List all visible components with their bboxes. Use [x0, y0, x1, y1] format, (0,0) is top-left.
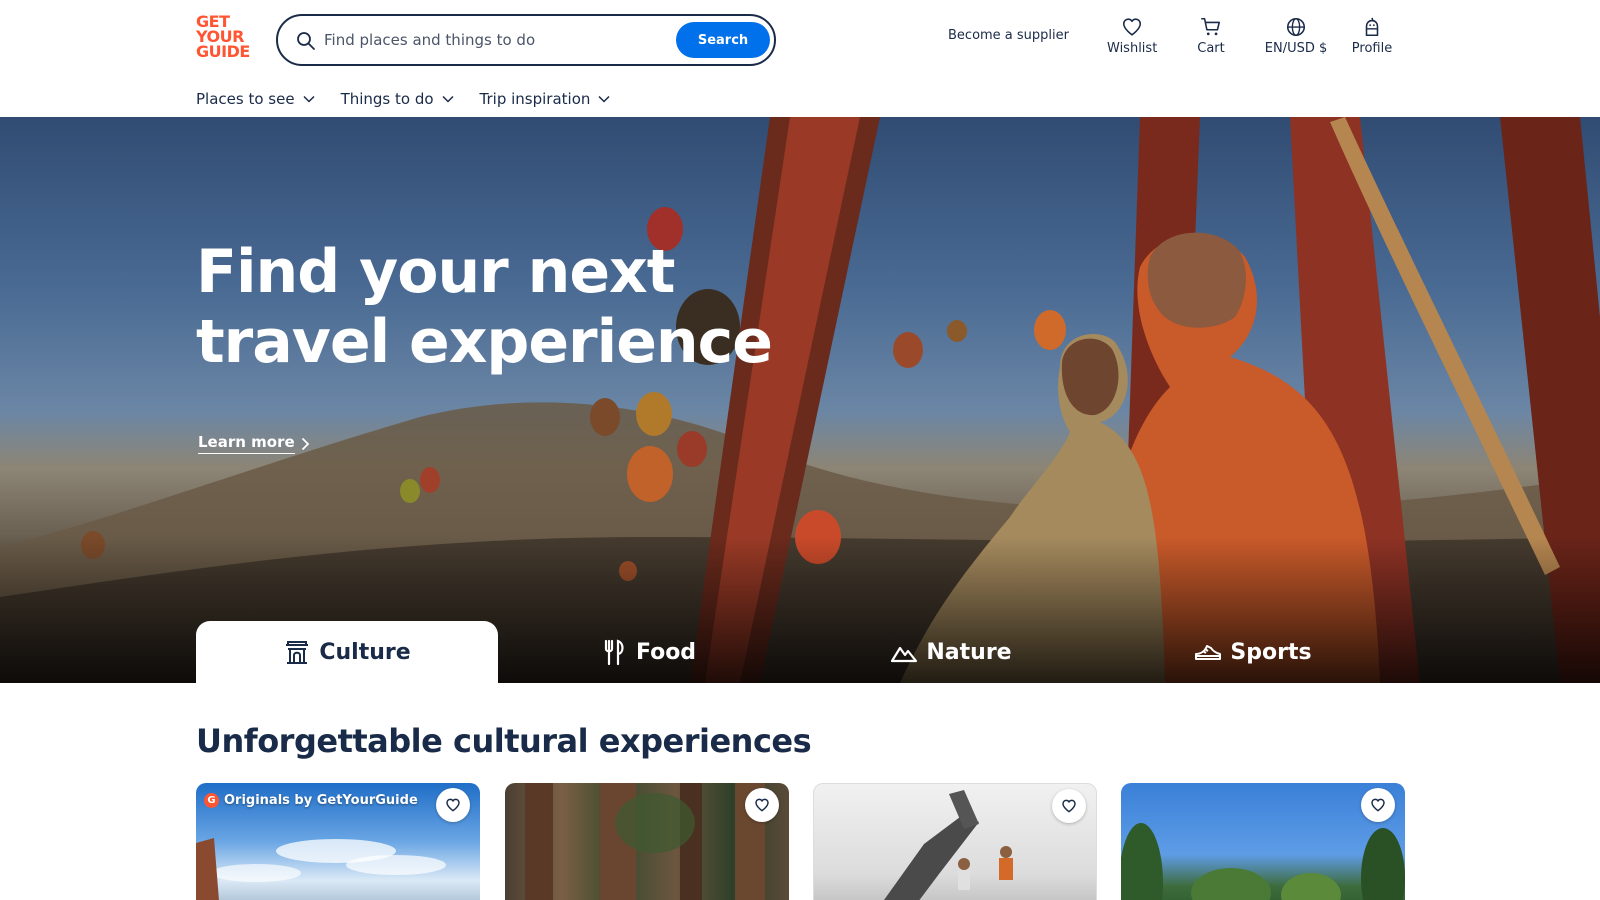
chevron-right-icon — [301, 437, 309, 450]
tab-label: Culture — [319, 639, 411, 665]
add-to-wishlist-button[interactable] — [1052, 789, 1086, 823]
profile-button[interactable]: Profile — [1350, 16, 1394, 64]
heart-icon — [1062, 799, 1076, 813]
experience-card[interactable] — [505, 783, 789, 900]
landmark-icon — [286, 641, 309, 664]
search-input[interactable] — [324, 28, 664, 52]
chevron-down-icon — [598, 95, 610, 103]
getyourguide-logo[interactable]: GET YOUR GUIDE — [196, 14, 254, 62]
nav-item-label: Places to see — [196, 90, 295, 108]
site-header: GET YOUR GUIDE Search Become a supplier … — [0, 0, 1600, 117]
learn-more-link[interactable]: Learn more — [198, 433, 310, 454]
heart-icon — [1122, 18, 1142, 36]
main-nav: Places to see Things to do Trip inspirat… — [196, 88, 610, 110]
mountain-icon — [891, 646, 918, 663]
sneaker-icon — [1195, 645, 1222, 660]
learn-more-label: Learn more — [198, 433, 295, 454]
originals-badge: G Originals by GetYourGuide — [204, 793, 418, 808]
wishlist-label: Wishlist — [1107, 41, 1158, 56]
heart-icon — [446, 798, 460, 812]
search-icon — [297, 32, 315, 50]
nav-item-label: Things to do — [340, 90, 434, 108]
badge-label: Originals by GetYourGuide — [224, 793, 418, 808]
add-to-wishlist-button[interactable] — [1361, 788, 1395, 822]
experience-card[interactable] — [1121, 783, 1405, 900]
tab-label: Sports — [1230, 639, 1312, 665]
chevron-down-icon — [303, 95, 315, 103]
fork-knife-icon — [604, 639, 624, 666]
section-title: Unforgettable cultural experiences — [196, 722, 812, 760]
profile-label: Profile — [1351, 41, 1393, 56]
tab-nature[interactable]: Nature — [800, 621, 1102, 683]
heart-icon — [755, 798, 769, 812]
add-to-wishlist-button[interactable] — [436, 788, 470, 822]
hero-title: Find your next travel experience — [196, 237, 773, 377]
tab-sports[interactable]: Sports — [1102, 621, 1404, 683]
tab-food[interactable]: Food — [498, 621, 800, 683]
cart-icon — [1201, 17, 1221, 36]
search-button[interactable]: Search — [676, 22, 770, 58]
chevron-down-icon — [442, 95, 454, 103]
nav-things-to-do[interactable]: Things to do — [341, 88, 454, 110]
logo-line: GUIDE — [196, 42, 250, 61]
experience-card[interactable]: G Originals by GetYourGuide — [196, 783, 480, 900]
getyourguide-g-icon: G — [204, 793, 219, 808]
tab-label: Food — [635, 639, 697, 665]
wishlist-button[interactable]: Wishlist — [1107, 16, 1157, 64]
experience-card[interactable] — [813, 783, 1097, 900]
heart-icon — [1371, 798, 1385, 812]
hero-background-image — [0, 117, 1600, 683]
cart-button[interactable]: Cart — [1196, 16, 1226, 64]
hero-banner: Find your next travel experience Learn m… — [0, 117, 1600, 683]
nav-trip-inspiration[interactable]: Trip inspiration — [480, 88, 611, 110]
nav-item-label: Trip inspiration — [479, 90, 591, 108]
tab-culture[interactable]: Culture — [196, 621, 498, 683]
add-to-wishlist-button[interactable] — [745, 788, 779, 822]
experience-cards: G Originals by GetYourGuide — [196, 783, 1406, 900]
search-bar: Search — [276, 14, 776, 66]
tab-label: Nature — [926, 639, 1012, 665]
language-currency-button[interactable]: EN/USD $ — [1258, 16, 1334, 64]
become-supplier-link[interactable]: Become a supplier — [948, 28, 1069, 43]
cart-label: Cart — [1197, 41, 1225, 56]
profile-icon — [1365, 17, 1379, 37]
language-currency-label: EN/USD $ — [1264, 41, 1328, 56]
globe-icon — [1286, 17, 1306, 37]
nav-places-to-see[interactable]: Places to see — [196, 88, 315, 110]
category-tabs: Culture Food Nature Sports — [196, 621, 1404, 683]
